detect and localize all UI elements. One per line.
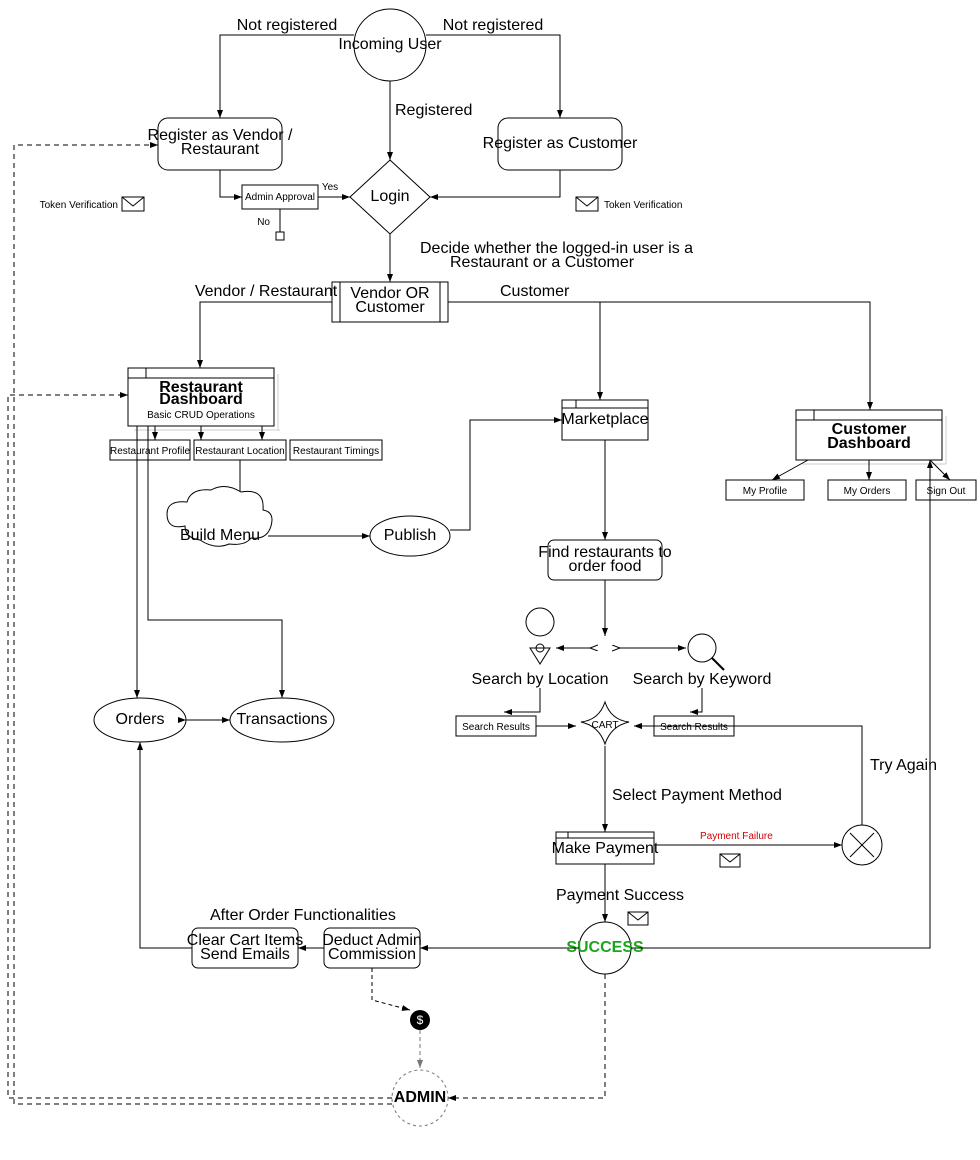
label-try-again: Try Again	[870, 757, 937, 774]
svg-text:Dashboard: Dashboard	[827, 435, 911, 452]
svg-text:Make Payment: Make Payment	[552, 840, 659, 857]
node-find-restaurants: Find restaurants to order food	[538, 540, 672, 580]
svg-text:Basic CRUD Operations: Basic CRUD Operations	[147, 410, 255, 421]
svg-text:Commission: Commission	[328, 946, 416, 963]
svg-text:Admin Approval: Admin Approval	[245, 192, 315, 203]
node-restaurant-timings: Restaurant Timings	[290, 440, 382, 460]
svg-text:Restaurant Profile: Restaurant Profile	[110, 446, 190, 457]
svg-text:Register as Customer: Register as Customer	[483, 135, 638, 152]
dollar-icon: $	[410, 1010, 430, 1030]
node-my-orders: My Orders	[828, 480, 906, 500]
label-payment-failure: Payment Failure	[700, 831, 773, 842]
node-register-vendor: Register as Vendor / Restaurant	[148, 118, 294, 170]
edge-no: No	[257, 217, 270, 228]
node-login: Login	[350, 160, 430, 234]
svg-text:Incoming User: Incoming User	[338, 36, 442, 53]
flow-diagram: Incoming User Not registered Not registe…	[0, 0, 980, 1160]
svg-text:Transactions: Transactions	[237, 711, 328, 728]
envelope-icon	[576, 197, 598, 211]
node-vendor-or-customer: Vendor OR Customer	[332, 282, 448, 322]
node-search-results-left: Search Results	[456, 716, 536, 736]
label-search-keyword: Search by Keyword	[633, 671, 772, 688]
label-after-order: After Order Functionalities	[210, 907, 396, 924]
node-marketplace: Marketplace	[561, 400, 648, 440]
edge-yes: Yes	[322, 182, 338, 193]
svg-text:Marketplace: Marketplace	[561, 411, 648, 428]
failure-icon	[842, 825, 882, 865]
node-my-profile: My Profile	[726, 480, 804, 500]
envelope-icon	[628, 912, 648, 925]
label-token-right: Token Verification	[604, 200, 682, 211]
label-select-payment: Select Payment Method	[612, 787, 782, 804]
svg-text:Restaurant Location: Restaurant Location	[195, 446, 285, 457]
svg-text:Search Results: Search Results	[660, 722, 728, 733]
svg-text:Sign Out: Sign Out	[927, 486, 966, 497]
magnifier-icon	[688, 634, 724, 670]
node-publish: Publish	[370, 516, 450, 556]
node-incoming-user: Incoming User	[338, 9, 442, 81]
node-restaurant-dashboard: Restaurant Dashboard Basic CRUD Operatio…	[128, 368, 280, 430]
svg-text:order food: order food	[569, 558, 642, 575]
node-clear-cart: Clear Cart Items Send Emails	[187, 928, 303, 968]
node-customer-dashboard: Customer Dashboard	[796, 410, 946, 464]
label-search-location: Search by Location	[472, 671, 609, 688]
node-build-menu: Build Menu	[167, 486, 272, 546]
edge-not-registered-right: Not registered	[443, 17, 544, 34]
node-sign-out: Sign Out	[916, 480, 976, 500]
edge-registered: Registered	[395, 102, 472, 119]
svg-text:My Profile: My Profile	[743, 486, 788, 497]
edge-customer: Customer	[500, 283, 570, 300]
envelope-icon	[720, 854, 740, 867]
svg-text:Send Emails: Send Emails	[200, 946, 290, 963]
svg-text:ADMIN: ADMIN	[394, 1089, 446, 1106]
svg-text:Orders: Orders	[116, 711, 165, 728]
svg-text:CART: CART	[591, 720, 618, 731]
svg-text:$: $	[417, 1013, 424, 1027]
node-transactions: Transactions	[230, 698, 334, 742]
location-pin-icon	[526, 608, 554, 664]
node-deduct-commission: Deduct Admin Commission	[322, 928, 422, 968]
svg-text:Customer: Customer	[355, 299, 425, 316]
node-admin-approval: Admin Approval	[242, 185, 318, 209]
svg-text:Login: Login	[370, 188, 409, 205]
svg-text:Restaurant: Restaurant	[181, 141, 260, 158]
label-payment-success: Payment Success	[556, 887, 684, 904]
svg-text:Dashboard: Dashboard	[159, 391, 243, 408]
svg-text:Search Results: Search Results	[462, 722, 530, 733]
node-orders: Orders	[94, 698, 186, 742]
svg-text:Publish: Publish	[384, 527, 436, 544]
node-restaurant-location: Restaurant Location	[194, 440, 286, 460]
node-register-customer: Register as Customer	[483, 118, 638, 170]
svg-text:My Orders: My Orders	[844, 486, 891, 497]
svg-text:Build Menu: Build Menu	[180, 527, 260, 544]
svg-text:Restaurant Timings: Restaurant Timings	[293, 446, 379, 457]
node-make-payment: Make Payment	[552, 832, 659, 864]
node-admin: ADMIN	[392, 1070, 448, 1126]
edge-vendor: Vendor / Restaurant	[195, 283, 338, 300]
label-token-left: Token Verification	[40, 200, 118, 211]
label-decide-l2: Restaurant or a Customer	[450, 254, 635, 271]
node-cart: CART	[581, 702, 629, 744]
node-restaurant-profile: Restaurant Profile	[110, 440, 190, 460]
edge-not-registered-left: Not registered	[237, 17, 338, 34]
envelope-icon	[122, 197, 144, 211]
